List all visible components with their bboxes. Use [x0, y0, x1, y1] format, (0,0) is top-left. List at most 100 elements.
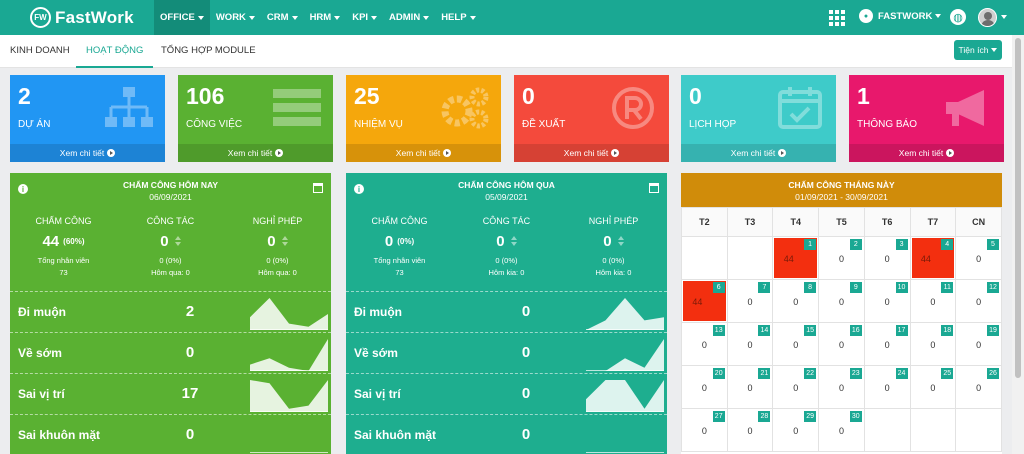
calendar-day-cell[interactable]: 44 6	[681, 279, 728, 323]
menu-hrm[interactable]: HRM	[304, 0, 347, 35]
stat-detail-link[interactable]: Xem chi tiết	[346, 144, 501, 162]
stat-detail-link[interactable]: Xem chi tiết	[849, 144, 1004, 162]
weekday-header: T3	[726, 207, 774, 237]
stat-card-meetings: 0 LỊCH HỌP Xem chi tiết	[681, 75, 836, 162]
row-early-leave[interactable]: Về sớm 0	[10, 332, 331, 373]
stat-detail-link[interactable]: Xem chi tiết	[178, 144, 333, 162]
menu-kpi[interactable]: KPI	[346, 0, 383, 35]
tab-kinh-doanh[interactable]: KINH DOANH	[10, 35, 70, 68]
avatar[interactable]	[978, 8, 997, 27]
utility-button[interactable]: Tiện ích	[954, 40, 1002, 60]
calendar-day-cell[interactable]: 0 25	[909, 365, 957, 409]
calendar-icon[interactable]	[649, 183, 659, 193]
sparkline-chart	[250, 298, 328, 330]
day-attendance-count: 0	[976, 383, 982, 393]
brand-logo[interactable]: FW FastWork	[30, 7, 134, 28]
menu-crm[interactable]: CRM	[261, 0, 304, 35]
weekday-header: T4	[772, 207, 820, 237]
row-label: Về sớm	[18, 346, 62, 360]
utility-label: Tiện ích	[958, 45, 989, 55]
stat-label: NHIỆM VỤ	[354, 119, 403, 130]
row-value: 0	[521, 426, 531, 443]
calendar-day-cell[interactable]: 0 11	[909, 279, 957, 323]
calendar-day-cell[interactable]: 05	[955, 236, 1002, 280]
calendar-empty-cell	[863, 408, 911, 452]
calendar-day-cell[interactable]: 0 13	[681, 322, 728, 366]
calendar-day-cell[interactable]: 0 16	[818, 322, 865, 366]
row-wrong-location[interactable]: Sai vị trí 17	[10, 373, 331, 414]
row-value: 0	[521, 344, 531, 361]
calendar-day-cell[interactable]: 0 26	[955, 365, 1002, 409]
row-late[interactable]: Đi muộn 2	[10, 291, 331, 332]
arrow-right-circle-icon	[778, 149, 787, 157]
col-business-trip: CÔNG TÁC 0 0 (0%) Hôm kia: 0	[453, 216, 560, 279]
sparkline-area	[250, 380, 328, 412]
stat-detail-link[interactable]: Xem chi tiết	[514, 144, 669, 162]
sort-icon	[510, 236, 517, 246]
calendar-week-row: 44 6 0 7 0 8 0 9 0 10 0 11 0 12	[681, 279, 1002, 323]
tab-hoat-dong[interactable]: HOẠT ĐỘNG	[76, 35, 154, 68]
calendar-day-cell[interactable]: 0 14	[726, 322, 774, 366]
calendar-day-cell[interactable]: 0 28	[726, 408, 774, 452]
calendar-day-cell[interactable]: 0 20	[681, 365, 728, 409]
calendar-day-cell[interactable]: 0 24	[863, 365, 911, 409]
info-icon[interactable]: i	[18, 184, 28, 194]
row-wrong-face[interactable]: Sai khuôn mặt 0	[346, 414, 667, 454]
menu-work[interactable]: WORK	[210, 0, 261, 35]
calendar-day-cell[interactable]: 0 30	[818, 408, 865, 452]
sparkline-chart	[250, 380, 328, 412]
weekday-header: T2	[681, 207, 728, 237]
row-wrong-face[interactable]: Sai khuôn mặt 0	[10, 414, 331, 454]
menu-help[interactable]: HELP	[435, 0, 481, 35]
calendar-day-cell[interactable]: 0 22	[772, 365, 820, 409]
link-label: Xem chi tiết	[59, 148, 105, 158]
info-icon[interactable]: i	[354, 184, 364, 194]
day-number: 16	[849, 325, 862, 336]
sub-navbar: KINH DOANH HOẠT ĐỘNG TỔNG HỢP MODULE Tiệ…	[0, 35, 1012, 68]
calendar-day-cell[interactable]: 44 4	[909, 236, 957, 280]
day-attendance-count: 0	[701, 383, 707, 393]
calendar-day-cell[interactable]: 07	[726, 279, 774, 323]
sparkline-chart	[586, 452, 664, 453]
menu-label: ADMIN	[389, 12, 421, 23]
menu-admin[interactable]: ADMIN	[383, 0, 435, 35]
calendar-empty-cell	[681, 236, 728, 280]
row-late[interactable]: Đi muộn 0	[346, 291, 667, 332]
calendar-day-cell[interactable]: 0 23	[818, 365, 865, 409]
day-attendance-count: 0	[930, 297, 936, 307]
calendar-day-cell[interactable]: 08	[772, 279, 820, 323]
calendar-day-cell[interactable]: 0 21	[726, 365, 774, 409]
day-attendance-count: 0	[747, 426, 753, 436]
scrollbar-thumb[interactable]	[1015, 38, 1021, 378]
calendar-day-cell[interactable]: 0 27	[681, 408, 728, 452]
calendar-icon[interactable]	[313, 183, 323, 193]
globe-icon[interactable]: ◍	[950, 9, 966, 25]
attendance-month-panel: CHẤM CÔNG THÁNG NÀY 01/09/2021 - 30/09/2…	[681, 173, 1002, 454]
calendar-day-cell[interactable]: 0 18	[909, 322, 957, 366]
company-switcher[interactable]: ● FASTWORK	[859, 9, 942, 23]
calendar-day-cell[interactable]: 09	[818, 279, 865, 323]
row-label: Sai vị trí	[354, 387, 401, 401]
calendar-day-cell[interactable]: 44 1	[772, 236, 820, 280]
calendar-day-cell[interactable]: 0 29	[772, 408, 820, 452]
stat-detail-link[interactable]: Xem chi tiết	[681, 144, 836, 162]
menu-office[interactable]: OFFICE	[154, 0, 210, 35]
calendar-day-cell[interactable]: 0 17	[863, 322, 911, 366]
calendar-day-cell[interactable]: 0 10	[863, 279, 911, 323]
col-sub-label: Tổng nhân viên	[373, 256, 426, 265]
tab-tong-hop-module[interactable]: TỔNG HỢP MODULE	[161, 35, 256, 68]
calendar-week-row: 44 1 0 2 0 3 44 4 0 5	[681, 236, 1002, 280]
caret-down-icon[interactable]	[1001, 15, 1007, 19]
calendar-day-cell[interactable]: 02	[818, 236, 865, 280]
row-wrong-location[interactable]: Sai vị trí 0	[346, 373, 667, 414]
day-number: 29	[804, 411, 817, 422]
calendar-day-cell[interactable]: 0 12	[955, 279, 1002, 323]
grid-icon[interactable]	[829, 10, 845, 26]
day-number: 21	[758, 368, 771, 379]
weekday-header: T5	[818, 207, 865, 237]
stat-detail-link[interactable]: Xem chi tiết	[10, 144, 165, 162]
calendar-day-cell[interactable]: 0 19	[955, 322, 1002, 366]
calendar-day-cell[interactable]: 0 15	[772, 322, 820, 366]
row-label: Sai khuôn mặt	[354, 428, 437, 442]
row-early-leave[interactable]: Về sớm 0	[346, 332, 667, 373]
